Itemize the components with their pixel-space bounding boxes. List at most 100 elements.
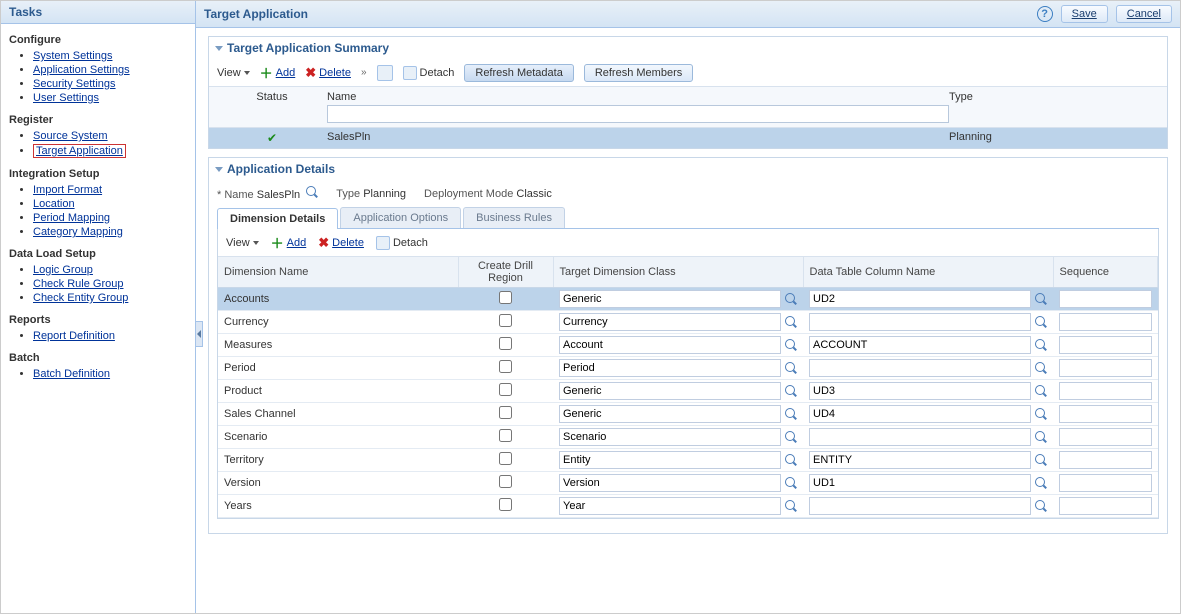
data-col-input[interactable] <box>809 405 1031 423</box>
dimension-row[interactable]: Measures <box>218 334 1158 357</box>
data-col-input[interactable] <box>809 290 1031 308</box>
target-class-input[interactable] <box>559 336 781 354</box>
datacol-lookup-icon[interactable] <box>1035 362 1047 374</box>
sidebar-link[interactable]: Target Application <box>36 145 123 157</box>
dim-detach-button[interactable]: Detach <box>376 236 428 250</box>
summary-view-menu[interactable]: View <box>217 67 250 79</box>
create-drill-checkbox[interactable] <box>499 291 512 304</box>
refresh-members-button[interactable]: Refresh Members <box>584 64 693 82</box>
create-drill-checkbox[interactable] <box>499 383 512 396</box>
dim-delete-button[interactable]: ✖ Delete <box>318 235 364 251</box>
target-lookup-icon[interactable] <box>785 339 797 351</box>
disclosure-icon[interactable] <box>215 46 223 51</box>
create-drill-checkbox[interactable] <box>499 475 512 488</box>
summary-row[interactable]: ✔SalesPlnPlanning <box>209 128 1167 148</box>
summary-add-button[interactable]: ＋ Add <box>260 63 296 82</box>
dimension-row[interactable]: Territory <box>218 449 1158 472</box>
target-lookup-icon[interactable] <box>785 454 797 466</box>
target-lookup-icon[interactable] <box>785 431 797 443</box>
datacol-lookup-icon[interactable] <box>1035 500 1047 512</box>
data-col-input[interactable] <box>809 497 1031 515</box>
dim-add-button[interactable]: ＋ Add <box>271 233 307 252</box>
dimension-row[interactable]: Scenario <box>218 426 1158 449</box>
target-lookup-icon[interactable] <box>785 316 797 328</box>
tab[interactable]: Business Rules <box>463 207 565 228</box>
datacol-lookup-icon[interactable] <box>1035 385 1047 397</box>
col-header-drill[interactable]: Create Drill Region <box>458 257 553 288</box>
sidebar-link[interactable]: Logic Group <box>33 264 93 276</box>
refresh-metadata-button[interactable]: Refresh Metadata <box>464 64 573 82</box>
target-class-input[interactable] <box>559 451 781 469</box>
dimension-row[interactable]: Product <box>218 380 1158 403</box>
sequence-input[interactable] <box>1059 497 1152 515</box>
dimension-row[interactable]: Period <box>218 357 1158 380</box>
col-header-seq[interactable]: Sequence <box>1053 257 1158 288</box>
datacol-lookup-icon[interactable] <box>1035 339 1047 351</box>
target-lookup-icon[interactable] <box>785 385 797 397</box>
dim-view-menu[interactable]: View <box>226 237 259 249</box>
sidebar-link[interactable]: Batch Definition <box>33 368 110 380</box>
sidebar-link[interactable]: Application Settings <box>33 64 130 76</box>
overflow-icon[interactable]: » <box>361 67 367 78</box>
cancel-button[interactable]: Cancel <box>1116 5 1172 23</box>
col-header-target[interactable]: Target Dimension Class <box>553 257 803 288</box>
datacol-lookup-icon[interactable] <box>1035 431 1047 443</box>
target-class-input[interactable] <box>559 474 781 492</box>
sequence-input[interactable] <box>1059 359 1152 377</box>
target-class-input[interactable] <box>559 497 781 515</box>
target-lookup-icon[interactable] <box>785 293 797 305</box>
dimension-row[interactable]: Currency <box>218 311 1158 334</box>
target-lookup-icon[interactable] <box>785 362 797 374</box>
sidebar-link[interactable]: User Settings <box>33 92 99 104</box>
data-col-input[interactable] <box>809 474 1031 492</box>
col-header-datacol[interactable]: Data Table Column Name <box>803 257 1053 288</box>
sequence-input[interactable] <box>1059 382 1152 400</box>
sidebar-link[interactable]: Source System <box>33 130 108 142</box>
datacol-lookup-icon[interactable] <box>1035 293 1047 305</box>
target-class-input[interactable] <box>559 313 781 331</box>
target-class-input[interactable] <box>559 382 781 400</box>
help-icon[interactable]: ? <box>1037 6 1053 22</box>
summary-detach-button[interactable]: Detach <box>403 66 455 80</box>
data-col-input[interactable] <box>809 359 1031 377</box>
target-lookup-icon[interactable] <box>785 500 797 512</box>
target-class-input[interactable] <box>559 290 781 308</box>
tab[interactable]: Dimension Details <box>217 208 338 229</box>
target-class-input[interactable] <box>559 428 781 446</box>
sequence-input[interactable] <box>1059 451 1152 469</box>
sidebar-link[interactable]: Period Mapping <box>33 212 110 224</box>
sequence-input[interactable] <box>1059 405 1152 423</box>
dimension-row[interactable]: Accounts <box>218 288 1158 311</box>
tab[interactable]: Application Options <box>340 207 461 228</box>
dimension-row[interactable]: Sales Channel <box>218 403 1158 426</box>
sidebar-link[interactable]: Location <box>33 198 75 210</box>
sequence-input[interactable] <box>1059 336 1152 354</box>
sidebar-link[interactable]: Category Mapping <box>33 226 123 238</box>
sidebar-link[interactable]: Report Definition <box>33 330 115 342</box>
datacol-lookup-icon[interactable] <box>1035 454 1047 466</box>
sidebar-link[interactable]: System Settings <box>33 50 112 62</box>
data-col-input[interactable] <box>809 428 1031 446</box>
col-header-dimname[interactable]: Dimension Name <box>218 257 458 288</box>
sidebar-collapse-handle[interactable] <box>196 321 203 347</box>
sequence-input[interactable] <box>1059 313 1152 331</box>
create-drill-checkbox[interactable] <box>499 498 512 511</box>
target-class-input[interactable] <box>559 405 781 423</box>
dimension-row[interactable]: Years <box>218 495 1158 518</box>
target-class-input[interactable] <box>559 359 781 377</box>
data-col-input[interactable] <box>809 382 1031 400</box>
data-col-input[interactable] <box>809 451 1031 469</box>
datacol-lookup-icon[interactable] <box>1035 316 1047 328</box>
create-drill-checkbox[interactable] <box>499 429 512 442</box>
name-lookup-icon[interactable] <box>306 186 318 198</box>
target-lookup-icon[interactable] <box>785 477 797 489</box>
summary-delete-button[interactable]: ✖ Delete <box>305 65 351 81</box>
save-button[interactable]: Save <box>1061 5 1108 23</box>
sequence-input[interactable] <box>1059 428 1152 446</box>
disclosure-icon[interactable] <box>215 167 223 172</box>
create-drill-checkbox[interactable] <box>499 360 512 373</box>
toolbar-action-icon-1[interactable] <box>377 65 393 81</box>
datacol-lookup-icon[interactable] <box>1035 408 1047 420</box>
datacol-lookup-icon[interactable] <box>1035 477 1047 489</box>
summary-name-filter[interactable] <box>327 105 949 123</box>
